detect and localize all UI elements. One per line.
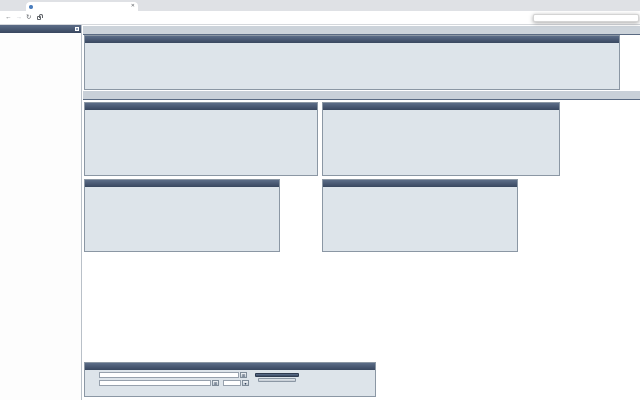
aktionen-save-column (255, 371, 299, 386)
bemerkung1-expand-icon[interactable]: ⊞ (240, 372, 247, 379)
leistungsempfaenger1-header (85, 180, 279, 187)
browser-tab-strip: ✕ (0, 0, 640, 11)
reservation-search-panel (84, 35, 620, 90)
leistungsempfaenger2-body (323, 187, 517, 191)
leistungsempfaenger1-body (85, 187, 279, 191)
leistungsempfaenger1-panel (84, 179, 280, 252)
bemerkung2-expand-icon[interactable]: ⊞ (212, 380, 219, 387)
bemerkung-bestaetigung-field: ⊞ (99, 379, 219, 386)
wert-field: ▾ (223, 379, 249, 386)
bemerkung-bestaetigung-input[interactable] (99, 380, 211, 387)
aktionen-body: ⊞ ⊞ ▾ (85, 370, 375, 387)
back-icon[interactable]: ← (5, 14, 12, 21)
forward-icon[interactable]: → (16, 14, 23, 21)
bemerkung-bestaetigung-ctrl: ⊞ (99, 380, 219, 387)
reservation-panel-body (85, 43, 619, 90)
bemerkung-vermietstation-input[interactable] (99, 372, 239, 379)
tab-close-icon[interactable]: ✕ (131, 4, 135, 9)
favicon-icon (29, 5, 33, 9)
aktionen-buttons-column (87, 371, 95, 386)
aktionen-remarks-column: ⊞ ⊞ ▾ (99, 371, 249, 386)
reload-icon[interactable]: ↻ (26, 14, 31, 21)
lock-icon (37, 16, 41, 20)
allgemeine-daten-header (323, 103, 559, 110)
wert-input[interactable] (223, 380, 241, 387)
explorer-sidebar (0, 25, 82, 400)
wert-ctrl: ▾ (223, 380, 249, 387)
365id-notification-popup (533, 14, 639, 22)
allgemeine-daten-body (323, 110, 559, 114)
leistungsempfaenger2-header (323, 180, 517, 187)
reservation-panel-header (85, 36, 619, 43)
browser-tab[interactable]: ✕ (26, 2, 138, 11)
form-tab-bar (83, 91, 640, 100)
aktionen-panel: ⊞ ⊞ ▾ (84, 362, 376, 397)
main-content: ⊞ ⊞ ▾ (83, 25, 640, 400)
fahrer1-panel (84, 102, 318, 176)
wert-dropdown-icon[interactable]: ▾ (242, 380, 249, 387)
bemerkung-vermietstation-ctrl: ⊞ (99, 372, 249, 379)
allgemeine-daten-panel (322, 102, 560, 176)
drucken-button[interactable] (258, 378, 296, 382)
fahrer1-panel-header (85, 103, 317, 110)
leistungsempfaenger2-panel (322, 179, 518, 252)
page-tab-bar (83, 26, 640, 35)
speichern-button[interactable] (255, 373, 299, 377)
fahrer1-panel-body (85, 110, 317, 114)
aktionen-header (85, 363, 375, 370)
aktionen-remarks-row2: ⊞ ▾ (99, 379, 249, 386)
explorer-tree (0, 33, 81, 35)
sidebar-collapse-icon[interactable] (75, 27, 79, 31)
sidebar-header (0, 25, 81, 33)
